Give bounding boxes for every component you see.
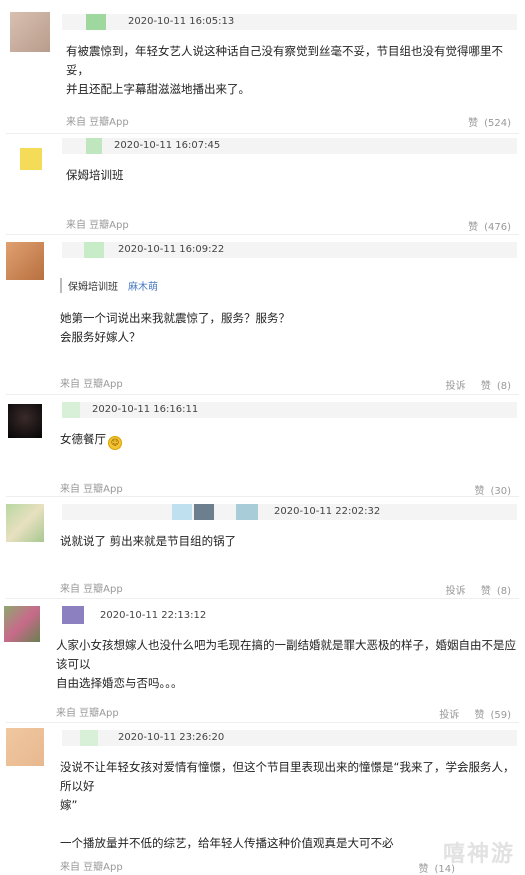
- source-label: 来自 豆瓣App: [66, 117, 129, 128]
- username-blur: [86, 14, 106, 30]
- username-blur: [194, 504, 214, 520]
- divider: [6, 598, 519, 599]
- avatar[interactable]: [4, 606, 40, 642]
- timestamp: 2020-10-11 16:16:11: [92, 404, 199, 415]
- grin-emoji-icon: ☺: [108, 436, 122, 450]
- post-actions: 投诉 赞 (8): [440, 582, 511, 597]
- avatar[interactable]: [8, 404, 42, 438]
- avatar[interactable]: [10, 12, 50, 52]
- like-button[interactable]: 赞 (8): [475, 586, 511, 597]
- comment-text: 有被震惊到，年轻女艺人说这种话自己没有察觉到丝毫不妥，节目组也没有觉得哪里不妥，…: [66, 44, 503, 96]
- timestamp: 2020-10-11 16:09:22: [118, 244, 225, 255]
- comment-5: 2020-10-11 22:02:32 说就说了 剪出来就是节目组的锅了 来自 …: [0, 496, 525, 600]
- comment-text: 人家小女孩想嫁人也没什么吧为毛现在搞的一副结婚就是罪大恶极的样子，婚姻自由不是应…: [56, 638, 516, 690]
- username-blur: [84, 242, 104, 258]
- report-button[interactable]: 投诉: [446, 586, 466, 597]
- like-button[interactable]: 赞 (59): [468, 710, 511, 721]
- comment-text: 她第一个词说出来我就震惊了，服务？服务？ 会服务好嫁人？: [60, 311, 290, 344]
- timestamp: 2020-10-11 22:02:32: [274, 506, 381, 517]
- avatar[interactable]: [6, 242, 44, 280]
- timestamp: 2020-10-11 16:07:45: [114, 140, 221, 151]
- comment-text: 说就说了 剪出来就是节目组的锅了: [60, 534, 237, 548]
- comment-6: 2020-10-11 22:13:12 人家小女孩想嫁人也没什么吧为毛现在搞的一…: [0, 600, 525, 724]
- like-button[interactable]: 赞 (476): [462, 218, 511, 233]
- divider: [6, 394, 519, 395]
- username-blur: [62, 402, 80, 418]
- watermark-logo: 嘻神游: [442, 842, 515, 867]
- divider: [6, 722, 519, 723]
- username-blur: [62, 606, 84, 624]
- source-label: 来自 豆瓣App: [60, 379, 123, 390]
- avatar[interactable]: [6, 504, 44, 542]
- post-actions: 投诉 赞 (8): [440, 377, 511, 392]
- source-label: 来自 豆瓣App: [60, 584, 123, 595]
- divider: [6, 133, 519, 134]
- comment-text: 女德餐厅 ☺: [60, 430, 122, 450]
- like-button[interactable]: 赞 (30): [468, 482, 511, 497]
- username-blur: [172, 504, 192, 520]
- report-button[interactable]: 投诉: [446, 381, 466, 392]
- source-label: 来自 豆瓣App: [56, 708, 119, 719]
- username-blur: [236, 504, 258, 520]
- comment-text: 保姆培训班: [66, 168, 124, 182]
- username-blur: [80, 730, 98, 746]
- divider: [6, 234, 519, 235]
- comment-1: 2020-10-11 16:05:13 有被震惊到，年轻女艺人说这种话自己没有察…: [0, 0, 525, 136]
- source-label: 来自 豆瓣App: [60, 484, 123, 495]
- avatar[interactable]: [20, 148, 42, 170]
- avatar[interactable]: [6, 728, 44, 766]
- like-button[interactable]: 赞 (8): [475, 381, 511, 392]
- quoted-author-link[interactable]: 麻木萌: [128, 282, 158, 293]
- username-blur: [86, 138, 102, 154]
- like-button[interactable]: 赞 (524): [462, 114, 511, 129]
- post-actions: 投诉 赞 (59): [433, 706, 511, 721]
- quoted-comment[interactable]: 保姆培训班 麻木萌: [60, 278, 158, 293]
- timestamp: 2020-10-11 23:26:20: [118, 732, 225, 743]
- comment-2: 2020-10-11 16:07:45 保姆培训班 来自 豆瓣App 赞 (476…: [0, 136, 525, 236]
- source-label: 来自 豆瓣App: [66, 220, 129, 231]
- timestamp: 2020-10-11 16:05:13: [128, 16, 235, 27]
- timestamp: 2020-10-11 22:13:12: [100, 610, 207, 621]
- comment-3: 2020-10-11 16:09:22 保姆培训班 麻木萌 她第一个词说出来我就震…: [0, 236, 525, 396]
- report-button[interactable]: 投诉: [439, 710, 459, 721]
- comment-4: 2020-10-11 16:16:11 女德餐厅 ☺ 来自 豆瓣App 赞 (30): [0, 396, 525, 497]
- source-label: 来自 豆瓣App: [60, 862, 123, 873]
